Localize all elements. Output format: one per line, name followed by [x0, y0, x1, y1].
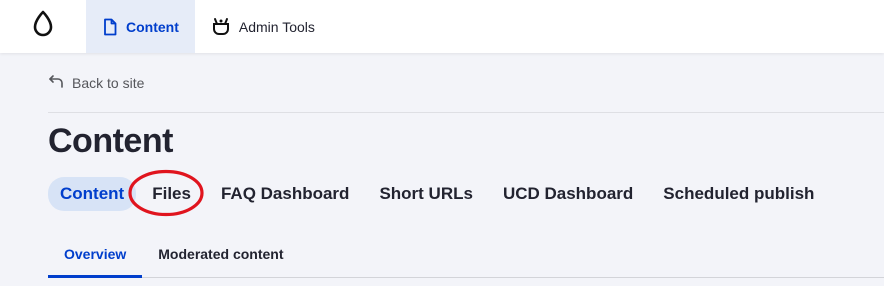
- primary-tabs: Content Files FAQ Dashboard Short URLs U…: [48, 177, 826, 211]
- toolbar-item-label: Content: [126, 18, 179, 35]
- tab-short-urls[interactable]: Short URLs: [367, 177, 485, 211]
- tab-scheduled-publish[interactable]: Scheduled publish: [651, 177, 826, 211]
- document-icon: [102, 18, 118, 36]
- toolbar-item-admin-tools[interactable]: Admin Tools: [195, 0, 331, 53]
- tab-overview[interactable]: Overview: [48, 231, 143, 278]
- admin-toolbar: Content Admin Tools: [0, 0, 884, 53]
- page-title: Content: [48, 122, 173, 160]
- tab-moderated-content[interactable]: Moderated content: [142, 231, 299, 277]
- tab-files[interactable]: Files: [140, 177, 203, 211]
- tab-content[interactable]: Content: [48, 177, 137, 211]
- header-divider: [48, 112, 884, 113]
- toolbar-item-content[interactable]: Content: [86, 0, 195, 53]
- back-to-site-label: Back to site: [72, 74, 145, 91]
- back-to-site-link[interactable]: Back to site: [48, 74, 144, 91]
- drupal-logo[interactable]: [0, 0, 86, 53]
- tab-faq-dashboard[interactable]: FAQ Dashboard: [209, 177, 361, 211]
- admin-tools-icon: [211, 17, 231, 37]
- back-arrow-icon: [48, 74, 64, 91]
- tab-ucd-dashboard[interactable]: UCD Dashboard: [491, 177, 645, 211]
- secondary-tabs: Overview Moderated content: [48, 231, 884, 278]
- drupal-drop-icon: [32, 10, 54, 43]
- toolbar-item-label: Admin Tools: [238, 18, 315, 35]
